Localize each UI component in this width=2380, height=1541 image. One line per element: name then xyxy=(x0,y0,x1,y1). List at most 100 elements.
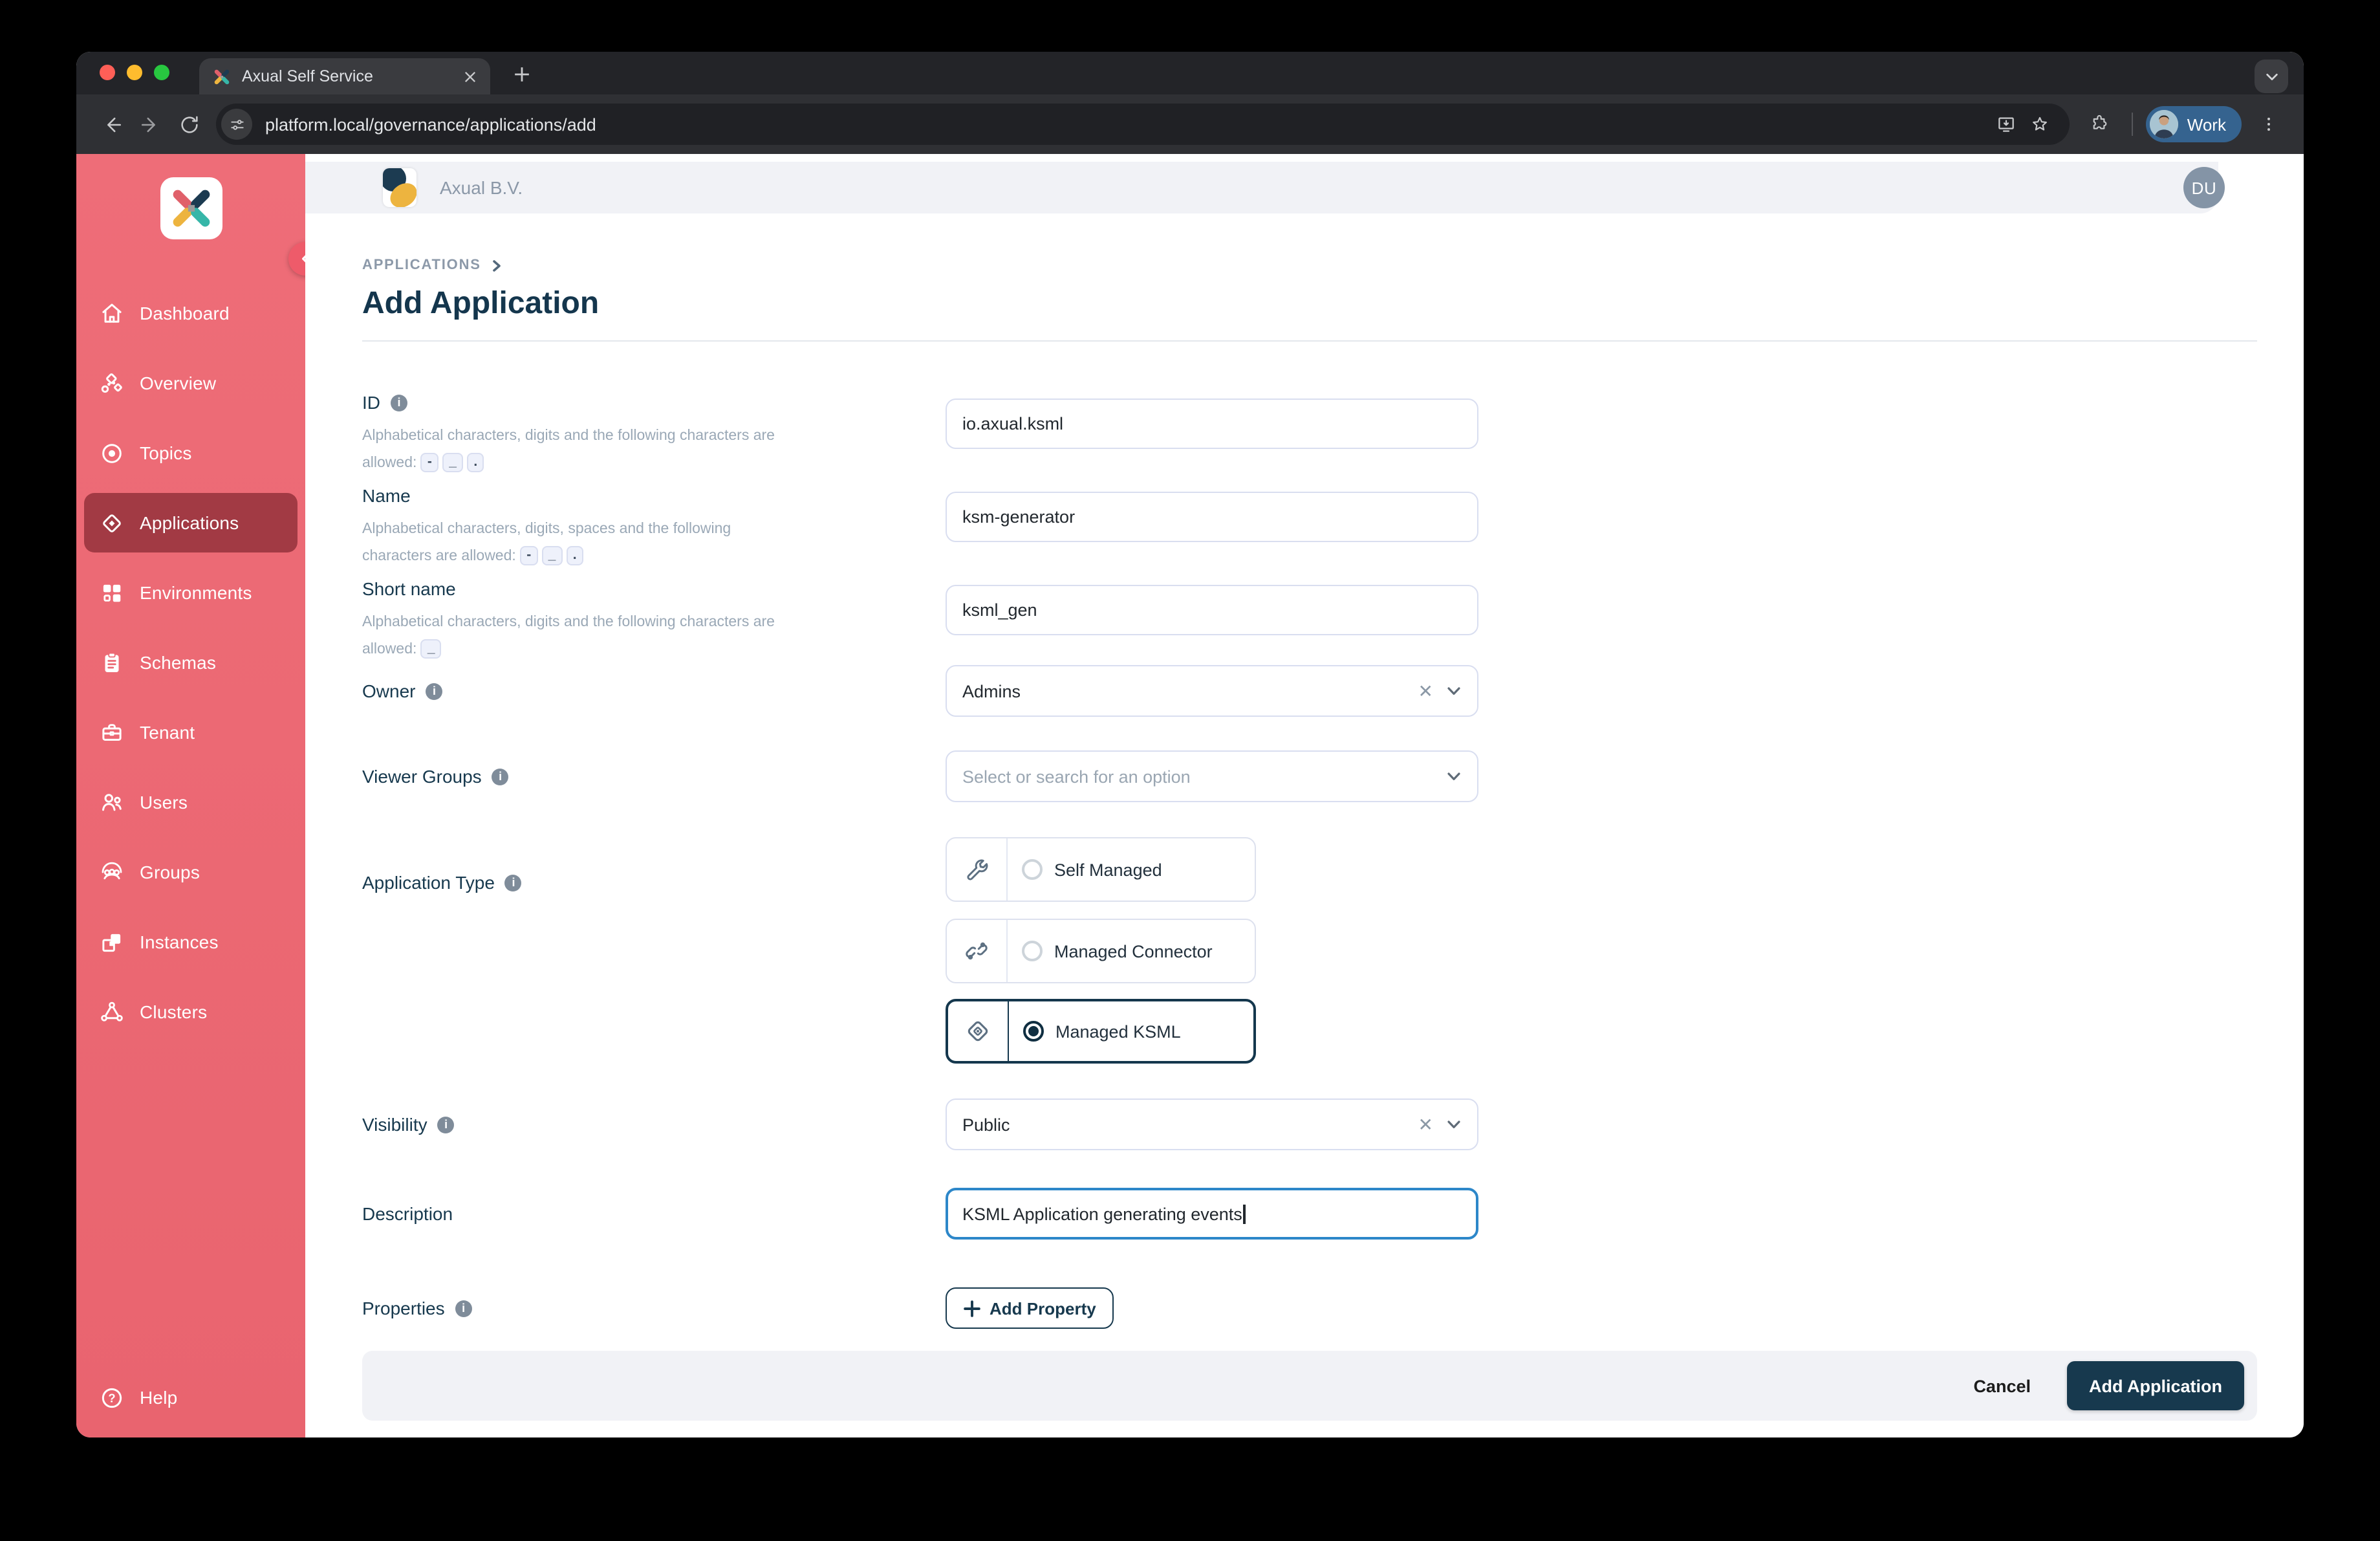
sidebar-item-schemas[interactable]: Schemas xyxy=(84,633,298,692)
owner-select[interactable]: Admins ✕ xyxy=(946,665,1478,717)
visibility-clear-icon[interactable]: ✕ xyxy=(1418,1115,1433,1133)
toolbar-separator xyxy=(2131,113,2133,136)
bookmark-star-icon[interactable] xyxy=(2023,107,2057,141)
properties-info-icon[interactable]: i xyxy=(455,1300,472,1317)
environments-icon xyxy=(97,578,125,607)
app-header-bar: Axual B.V. DU xyxy=(305,162,2225,213)
name-input[interactable] xyxy=(946,492,1478,542)
description-input[interactable]: KSML Application generating events xyxy=(946,1188,1478,1240)
sidebar-item-users[interactable]: Users xyxy=(84,772,298,832)
sidebar-item-groups[interactable]: Groups xyxy=(84,842,298,902)
url-text: platform.local/governance/applications/a… xyxy=(265,115,596,134)
type-option-self-managed[interactable]: Self Managed xyxy=(946,837,1256,902)
id-label: ID i xyxy=(362,392,802,413)
address-bar[interactable]: platform.local/governance/applications/a… xyxy=(216,104,2070,145)
cancel-button[interactable]: Cancel xyxy=(1973,1376,2031,1395)
visibility-chevron-down-icon[interactable] xyxy=(1446,1117,1462,1132)
owner-clear-icon[interactable]: ✕ xyxy=(1418,682,1433,700)
main-content: Axual B.V. DU APPLICATIONS Add Applicati… xyxy=(305,154,2304,1437)
viewer-groups-select[interactable]: Select or search for an option xyxy=(946,750,1478,802)
new-tab-button[interactable] xyxy=(506,58,537,89)
close-window-button[interactable] xyxy=(100,65,115,80)
chevron-right-icon xyxy=(492,259,501,271)
page-title: Add Application xyxy=(362,286,600,321)
visibility-select[interactable]: Public ✕ xyxy=(946,1098,1478,1150)
sidebar: Dashboard Overview Topics Applications E… xyxy=(76,154,322,1437)
id-input[interactable] xyxy=(946,399,1478,449)
tenant-name: Axual B.V. xyxy=(440,177,523,198)
clusters-icon xyxy=(97,998,125,1026)
viewer-groups-label: Viewer Groups i xyxy=(362,750,802,802)
user-avatar[interactable]: DU xyxy=(2183,167,2225,208)
viewer-groups-chevron-down-icon[interactable] xyxy=(1446,769,1462,784)
tab-title: Axual Self Service xyxy=(242,67,373,85)
short-name-input[interactable] xyxy=(946,585,1478,635)
tab-search-button[interactable] xyxy=(2255,60,2288,93)
self-managed-radio[interactable] xyxy=(1022,859,1043,880)
add-property-button[interactable]: Add Property xyxy=(946,1287,1114,1329)
window-controls xyxy=(100,65,169,80)
name-label: Name xyxy=(362,485,411,506)
install-app-icon[interactable] xyxy=(1989,107,2023,141)
axual-logo xyxy=(160,177,222,239)
sidebar-item-dashboard[interactable]: Dashboard xyxy=(84,283,298,343)
managed-ksml-radio[interactable] xyxy=(1023,1021,1044,1042)
screen: Axual Self Service platform.local/govern… xyxy=(0,0,2380,1541)
users-icon xyxy=(97,788,125,816)
title-divider xyxy=(362,340,2257,342)
owner-info-icon[interactable]: i xyxy=(426,683,443,699)
add-application-button[interactable]: Add Application xyxy=(2067,1361,2244,1410)
visibility-label: Visibility i xyxy=(362,1098,802,1150)
breadcrumb[interactable]: APPLICATIONS xyxy=(362,257,503,273)
connector-icon xyxy=(961,935,992,967)
sidebar-item-applications[interactable]: Applications xyxy=(84,493,298,552)
overview-icon xyxy=(97,369,125,397)
profile-chip[interactable]: Work xyxy=(2145,106,2242,142)
plus-icon xyxy=(964,1300,980,1317)
extensions-icon[interactable] xyxy=(2080,105,2119,144)
form-action-bar: Cancel Add Application xyxy=(362,1351,2257,1421)
visibility-info-icon[interactable]: i xyxy=(437,1116,455,1133)
sidebar-item-instances[interactable]: Instances xyxy=(84,912,298,972)
svg-text:?: ? xyxy=(107,1390,114,1404)
short-name-hint: Alphabetical characters, digits and the … xyxy=(362,614,775,658)
short-name-label: Short name xyxy=(362,578,456,599)
profile-name: Work xyxy=(2187,115,2226,134)
sidebar-item-topics[interactable]: Topics xyxy=(84,423,298,483)
application-type-label: Application Type i xyxy=(362,872,802,893)
profile-avatar xyxy=(2149,110,2178,138)
applications-icon xyxy=(97,508,125,537)
wrench-icon xyxy=(961,854,992,885)
id-info-icon[interactable]: i xyxy=(391,394,407,411)
back-icon[interactable] xyxy=(92,105,131,144)
properties-label: Properties i xyxy=(362,1287,802,1329)
browser-tab[interactable]: Axual Self Service xyxy=(199,58,490,94)
site-settings-icon[interactable] xyxy=(221,109,252,140)
forward-icon[interactable] xyxy=(131,105,169,144)
owner-chevron-down-icon[interactable] xyxy=(1446,683,1462,699)
minimize-window-button[interactable] xyxy=(127,65,142,80)
sidebar-item-help[interactable]: ? Help xyxy=(84,1368,298,1427)
zoom-window-button[interactable] xyxy=(154,65,169,80)
browser-window: Axual Self Service platform.local/govern… xyxy=(76,52,2304,1437)
schemas-icon xyxy=(97,648,125,677)
reload-icon[interactable] xyxy=(169,105,208,144)
sidebar-item-clusters[interactable]: Clusters xyxy=(84,982,298,1042)
application-type-info-icon[interactable]: i xyxy=(504,874,522,891)
tab-close-icon[interactable] xyxy=(459,66,480,87)
instances-icon xyxy=(97,928,125,956)
help-icon: ? xyxy=(97,1383,125,1412)
owner-label: Owner i xyxy=(362,665,802,717)
browser-menu-icon[interactable] xyxy=(2249,105,2288,144)
name-hint: Alphabetical characters, digits, spaces … xyxy=(362,521,731,565)
favicon-axual-icon xyxy=(212,67,232,86)
viewer-groups-info-icon[interactable]: i xyxy=(492,768,509,785)
topics-icon xyxy=(97,439,125,467)
sidebar-item-tenant[interactable]: Tenant xyxy=(84,703,298,762)
type-option-managed-connector[interactable]: Managed Connector xyxy=(946,919,1256,983)
type-option-managed-ksml[interactable]: Managed KSML xyxy=(946,999,1256,1064)
managed-connector-radio[interactable] xyxy=(1022,941,1043,961)
sidebar-item-environments[interactable]: Environments xyxy=(84,563,298,622)
text-caret xyxy=(1243,1204,1246,1223)
sidebar-item-overview[interactable]: Overview xyxy=(84,353,298,413)
